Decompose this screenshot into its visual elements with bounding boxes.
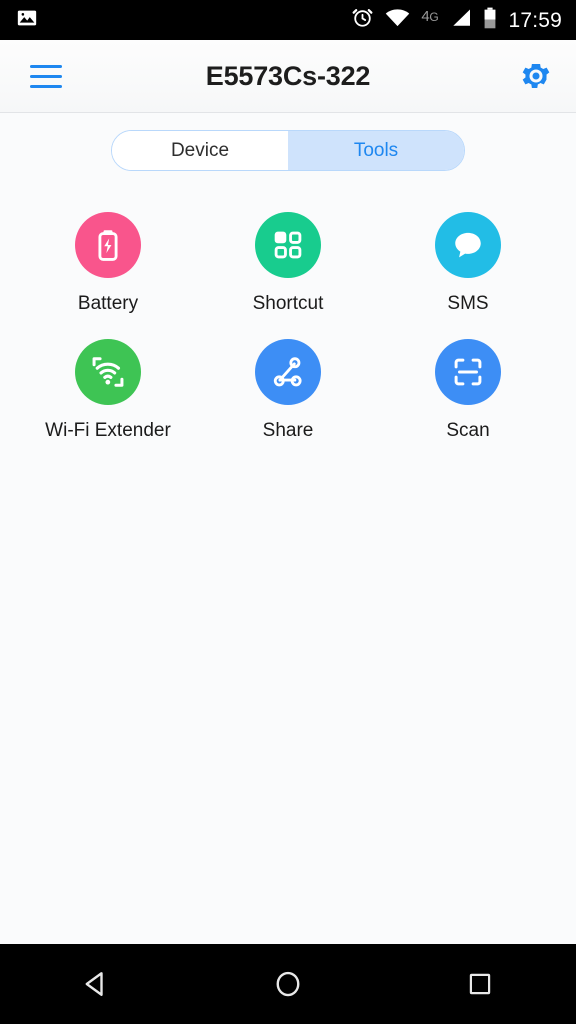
speech-bubble-icon [435,212,501,278]
gear-icon[interactable] [518,58,554,94]
home-circle-icon[interactable] [240,944,336,1024]
menu-bar-2 [30,74,62,78]
tool-label: SMS [447,293,489,314]
hamburger-menu-icon[interactable] [24,59,68,93]
page-title: E5573Cs-322 [205,60,371,91]
wifi-icon [385,7,410,34]
phone-screen: 4G 17:59 E5573Cs-322 Device Tools Batter… [0,0,576,1024]
status-bar: 4G 17:59 [0,0,576,40]
wifi-extender-icon [75,339,141,405]
tab-device[interactable]: Device [112,131,288,170]
menu-bar-1 [30,64,62,68]
tab-tools[interactable]: Tools [288,131,464,170]
status-bar-clock: 17:59 [508,8,562,32]
tool-label: Share [262,420,314,441]
status-bar-notifications [16,7,38,34]
scan-frame-icon [435,339,501,405]
status-bar-system-icons: 4G 17:59 [351,6,562,34]
battery-bolt-icon [75,212,141,278]
tool-item-shortcut[interactable]: Shortcut [198,212,378,313]
tool-item-scan[interactable]: Scan [378,339,558,440]
android-navigation-bar [0,944,576,1024]
app-header: E5573Cs-322 [0,40,576,113]
recents-square-icon[interactable] [432,944,528,1024]
tool-label: Scan [446,420,490,441]
grid-squares-icon [255,212,321,278]
network-type-label: 4G [421,7,439,25]
content-empty-area [0,440,576,944]
tool-item-share[interactable]: Share [198,339,378,440]
tool-item-battery[interactable]: Battery [18,212,198,313]
tool-item-wifi-extender[interactable]: Wi-Fi Extender [18,339,198,440]
tool-label: Wi-Fi Extender [45,420,171,441]
tool-item-sms[interactable]: SMS [378,212,558,313]
menu-bar-3 [30,84,62,88]
tab-bar: Device Tools [0,113,576,171]
tools-grid: Battery Shortcut SMS Wi-Fi Extender Shar… [0,171,576,440]
tool-label: Battery [77,293,139,314]
segmented-control: Device Tools [111,130,465,171]
share-nodes-icon [255,339,321,405]
alarm-clock-icon [351,6,374,34]
cellular-signal-icon [449,8,472,33]
tool-label: Shortcut [252,293,324,314]
back-triangle-icon[interactable] [48,944,144,1024]
image-icon [16,7,38,34]
battery-icon [483,7,497,34]
